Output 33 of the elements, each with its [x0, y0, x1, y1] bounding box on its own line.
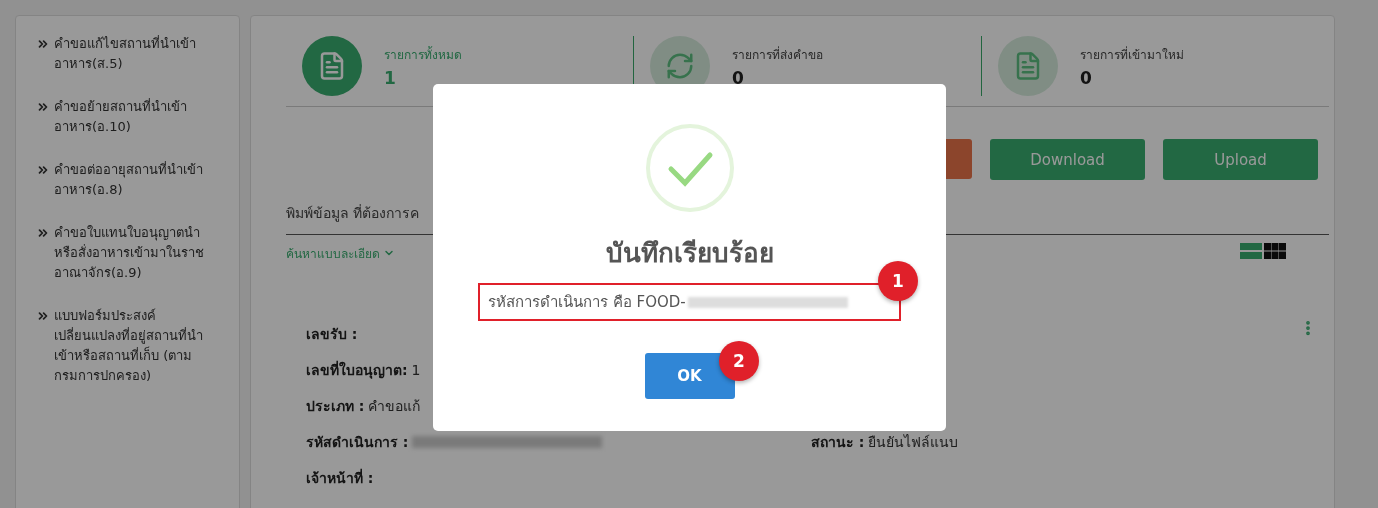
stat-label: รายการทั้งหมด: [384, 45, 462, 64]
sidebar-link[interactable]: คำขอใบแทนใบอนุญาตนำหรือสั่งอาหารเข้ามาในราชอาณาจักร(อ.9): [36, 223, 216, 283]
field-value: ยืนยันไฟล์แนบ: [868, 433, 959, 452]
refresh-document-icon: [665, 51, 695, 81]
field-label: สถานะ :: [811, 433, 865, 452]
double-chevron-icon: [36, 163, 50, 177]
sidebar-link[interactable]: คำขอต่ออายุสถานที่นำเข้าอาหาร(อ.8): [36, 160, 216, 200]
field-label: เลขรับ :: [306, 325, 358, 344]
dialog-message: รหัสการดำเนินการ คือ FOOD-: [488, 292, 686, 313]
sidebar-link[interactable]: แบบฟอร์มประสงค์เปลี่ยนแปลงที่อยู่สถานที่นำเข้าหรือสถานที่เก็บ (ตามกรมการปกครอง): [36, 306, 216, 386]
field-value: 1: [411, 362, 421, 378]
field-label: รหัสดำเนินการ :: [306, 433, 409, 452]
sidebar-link[interactable]: คำขอย้ายสถานที่นำเข้าอาหาร(อ.10): [36, 97, 216, 137]
stat-circle[interactable]: [302, 36, 362, 96]
sidebar-link[interactable]: คำขอแก้ไขสถานที่นำเข้าอาหาร(ส.5): [36, 34, 216, 74]
field-label: เลขที่ใบอนุญาต:: [306, 359, 408, 381]
double-chevron-icon: [36, 226, 50, 240]
field-value: คำขอแก้: [368, 397, 421, 416]
stat-label: รายการที่ส่งคำขอ: [732, 45, 823, 64]
stat-count: 0: [1080, 67, 1093, 88]
double-chevron-icon: [36, 37, 50, 51]
field-label: ประเภท :: [306, 397, 365, 416]
stat-count: 0: [732, 67, 745, 88]
check-circle-icon: [645, 124, 734, 212]
list-view-icon: [1240, 243, 1262, 259]
ok-button[interactable]: OK: [644, 353, 735, 399]
double-chevron-icon: [36, 309, 50, 323]
field-label: เจ้าหน้าที่ :: [306, 467, 374, 488]
dialog-title: บันทึกเรียบร้อย: [605, 237, 774, 270]
stat-label: รายการที่เข้ามาใหม่: [1080, 45, 1184, 64]
grid-view-icon: [1264, 243, 1286, 259]
stat-count: 1: [384, 67, 397, 88]
double-chevron-icon: [36, 100, 50, 114]
